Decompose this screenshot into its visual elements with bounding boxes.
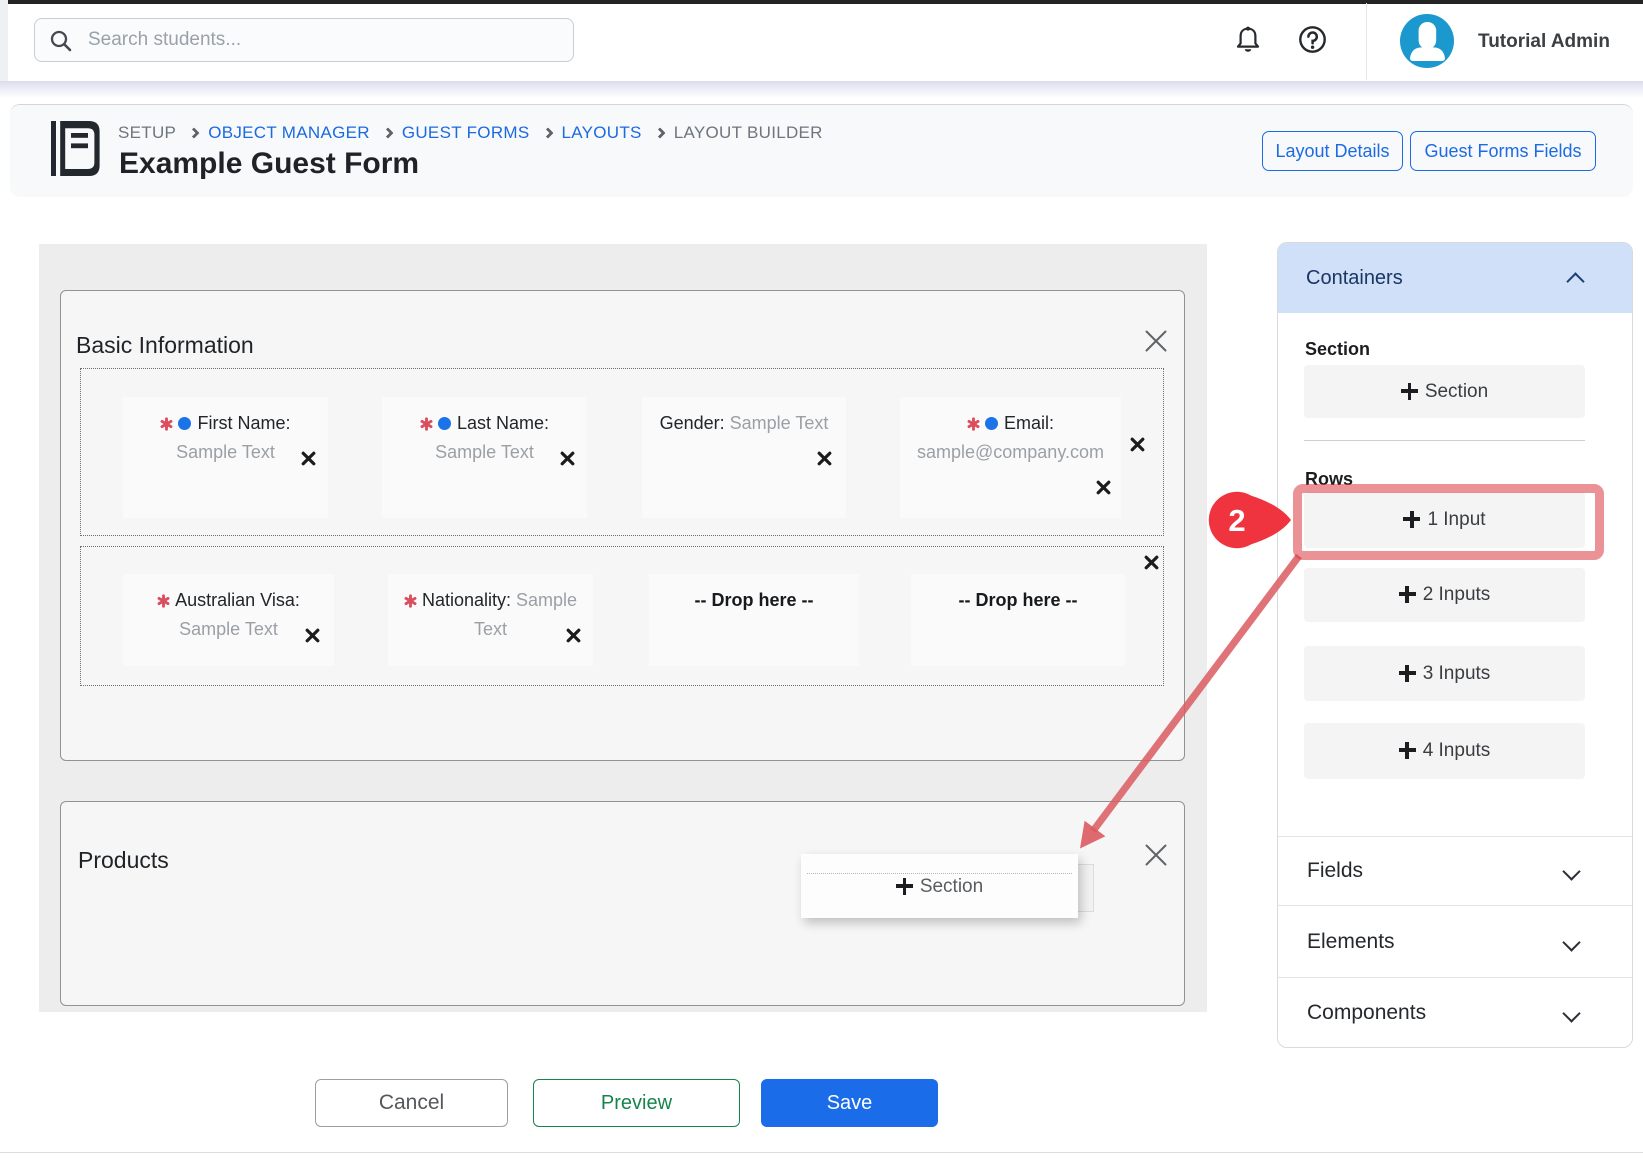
svg-text:2: 2 [1228,503,1245,538]
